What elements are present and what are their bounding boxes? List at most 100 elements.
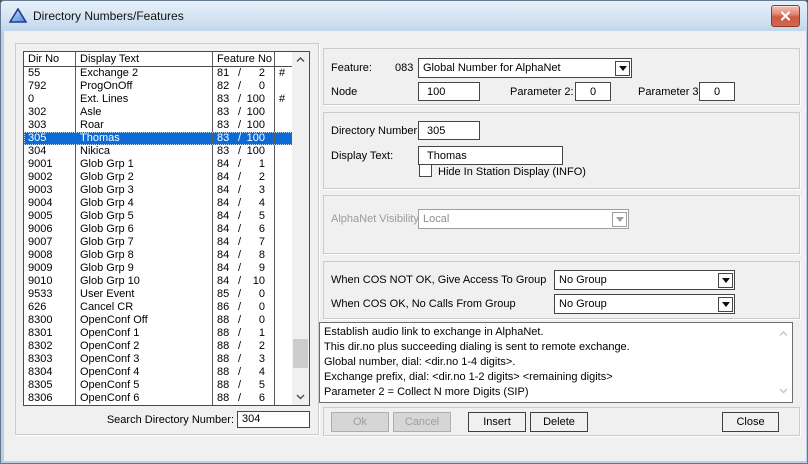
dir-no-cell: 9002: [24, 171, 76, 184]
close-icon: [780, 11, 791, 21]
list-item[interactable]: 8301 OpenConf 1 88/1: [24, 327, 309, 340]
display-text-cell: Asle: [76, 106, 213, 119]
list-item[interactable]: 9005 Glob Grp 5 84/5: [24, 210, 309, 223]
feature-dropdown-button[interactable]: [615, 60, 630, 76]
close-button[interactable]: [771, 5, 800, 27]
node-input[interactable]: [418, 82, 480, 101]
parameter2-input[interactable]: [575, 82, 611, 101]
scroll-up-icon[interactable]: [292, 52, 309, 68]
feature-no-cell: 83/100: [213, 93, 275, 106]
hide-in-station-checkbox[interactable]: [419, 164, 432, 177]
column-header-display-text[interactable]: Display Text: [76, 52, 213, 66]
hide-in-station-label: Hide In Station Display (INFO): [438, 166, 586, 178]
cos-ok-dropdown-button[interactable]: [718, 296, 733, 312]
info-scroll-up-icon[interactable]: [779, 328, 788, 340]
feature-no-cell: 84/7: [213, 236, 275, 249]
feature-description-line: This dir.no plus succeeding dialing is s…: [324, 341, 630, 353]
list-item[interactable]: 9001 Glob Grp 1 84/1: [24, 158, 309, 171]
list-item[interactable]: 55 Exchange 2 81/2 #: [24, 67, 309, 80]
mark-cell: [275, 210, 289, 223]
list-item[interactable]: 9004 Glob Grp 4 84/4: [24, 197, 309, 210]
display-text-cell: OpenConf 4: [76, 366, 213, 379]
display-text-cell: OpenConf 5: [76, 379, 213, 392]
feature-label: Feature:: [331, 62, 372, 74]
dir-no-cell: 9008: [24, 249, 76, 262]
list-item[interactable]: 9002 Glob Grp 2 84/2: [24, 171, 309, 184]
search-directory-input[interactable]: [237, 411, 310, 428]
dir-no-cell: 55: [24, 67, 76, 80]
list-item[interactable]: 9006 Glob Grp 6 84/6: [24, 223, 309, 236]
list-item[interactable]: 303 Roar 83/100: [24, 119, 309, 132]
list-item[interactable]: 8302 OpenConf 2 88/2: [24, 340, 309, 353]
dir-no-cell: 9004: [24, 197, 76, 210]
cos-ok-select[interactable]: No Group: [554, 294, 735, 314]
list-item[interactable]: 8306 OpenConf 6 88/6: [24, 392, 309, 405]
list-item[interactable]: 304 Nikica 83/100: [24, 145, 309, 158]
list-item[interactable]: 9010 Glob Grp 10 84/10: [24, 275, 309, 288]
dir-no-cell: 9533: [24, 288, 76, 301]
alphanet-visibility-label: AlphaNet Visibility:: [331, 213, 422, 225]
mark-cell: [275, 197, 289, 210]
info-scroll-down-icon[interactable]: [779, 385, 788, 397]
directory-number-input[interactable]: [418, 121, 480, 140]
mark-cell: [275, 184, 289, 197]
mark-cell: [275, 288, 289, 301]
display-text-input[interactable]: [418, 146, 563, 165]
cos-not-ok-select[interactable]: No Group: [554, 270, 735, 290]
list-item[interactable]: 9009 Glob Grp 9 84/9: [24, 262, 309, 275]
mark-cell: #: [279, 67, 286, 79]
dir-no-cell: 8306: [24, 392, 76, 405]
scrollbar-thumb[interactable]: [293, 339, 308, 368]
mark-cell: [275, 119, 289, 132]
insert-button[interactable]: Insert: [468, 412, 526, 432]
dir-no-cell: 792: [24, 80, 76, 93]
feature-select[interactable]: Global Number for AlphaNet: [418, 58, 632, 78]
mark-cell: [275, 236, 289, 249]
feature-no-cell: 88/0: [213, 314, 275, 327]
feature-no-cell: 83/100: [213, 132, 275, 145]
dir-no-cell: 8301: [24, 327, 76, 340]
cancel-button[interactable]: Cancel: [393, 412, 451, 432]
list-scrollbar[interactable]: [292, 52, 309, 405]
alphanet-visibility-select: Local: [418, 209, 629, 229]
feature-no-cell: 88/1: [213, 327, 275, 340]
parameter3-label: Parameter 3: [638, 86, 699, 98]
mark-cell: [275, 314, 289, 327]
display-text-cell: Glob Grp 9: [76, 262, 213, 275]
dir-no-cell: 8302: [24, 340, 76, 353]
list-item[interactable]: 8300 OpenConf Off 88/0: [24, 314, 309, 327]
column-header-dir-no[interactable]: Dir No: [24, 52, 76, 66]
mark-cell: [275, 171, 289, 184]
dir-no-cell: 9001: [24, 158, 76, 171]
list-item[interactable]: 626 Cancel CR 86/0: [24, 301, 309, 314]
list-item[interactable]: 9008 Glob Grp 8 84/8: [24, 249, 309, 262]
feature-select-value: Global Number for AlphaNet: [423, 62, 561, 74]
scroll-down-icon[interactable]: [292, 389, 309, 405]
list-item[interactable]: 8304 OpenConf 4 88/4: [24, 366, 309, 379]
parameter3-input[interactable]: [699, 82, 735, 101]
feature-no-cell: 82/0: [213, 80, 275, 93]
list-item[interactable]: 8303 OpenConf 3 88/3: [24, 353, 309, 366]
list-header[interactable]: Dir No Display Text Feature No: [24, 52, 309, 67]
delete-button[interactable]: Delete: [530, 412, 588, 432]
close-dialog-button[interactable]: Close: [722, 412, 779, 432]
visibility-dropdown-button: [612, 211, 627, 227]
list-item[interactable]: 0 Ext. Lines 83/100 #: [24, 93, 309, 106]
dialog-window: Directory Numbers/Features Dir No Displa…: [0, 0, 808, 464]
list-item[interactable]: 9533 User Event 85/0: [24, 288, 309, 301]
column-header-feature-no[interactable]: Feature No: [213, 52, 275, 66]
feature-no-cell: 85/0: [213, 288, 275, 301]
feature-no-cell: 84/4: [213, 197, 275, 210]
ok-button[interactable]: Ok: [331, 412, 389, 432]
list-item[interactable]: 8305 OpenConf 5 88/5: [24, 379, 309, 392]
feature-description-box[interactable]: Establish audio link to exchange in Alph…: [319, 322, 793, 403]
list-item[interactable]: 9003 Glob Grp 3 84/3: [24, 184, 309, 197]
list-item[interactable]: 305 Thomas 83/100: [24, 132, 309, 145]
list-item[interactable]: 792 ProgOnOff 82/0: [24, 80, 309, 93]
title-bar[interactable]: Directory Numbers/Features: [1, 1, 807, 31]
list-item[interactable]: 9007 Glob Grp 7 84/7: [24, 236, 309, 249]
display-text-cell: Ext. Lines: [76, 93, 213, 106]
list-item[interactable]: 302 Asle 83/100: [24, 106, 309, 119]
cos-not-ok-dropdown-button[interactable]: [718, 272, 733, 288]
dir-no-cell: 0: [24, 93, 76, 106]
